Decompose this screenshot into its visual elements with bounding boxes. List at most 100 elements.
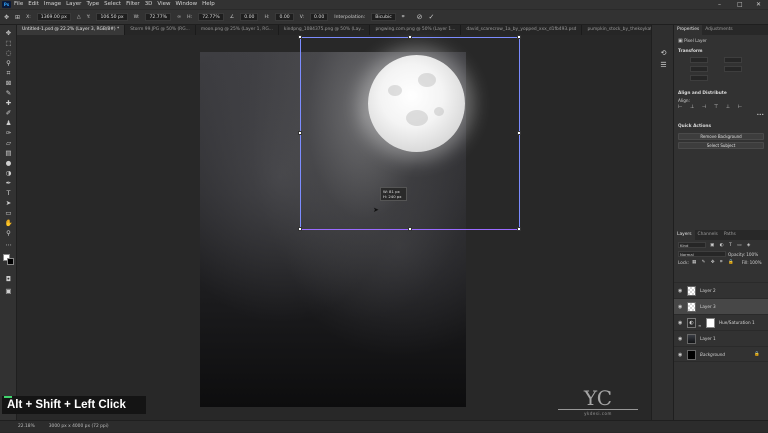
zoom-icon[interactable]: ⚲	[4, 229, 13, 237]
menu-view[interactable]: View	[157, 0, 170, 9]
y-input[interactable]: 106.50 px	[96, 13, 128, 21]
history-brush-icon[interactable]: ✑	[4, 129, 13, 137]
minimize-button[interactable]: –	[718, 0, 721, 9]
quick-mask-icon[interactable]: ◘	[4, 275, 13, 283]
tab-paths[interactable]: Paths	[721, 230, 739, 240]
layer-name[interactable]: Layer 3	[700, 299, 716, 315]
doc-tab[interactable]: pumpkin_stock_by_thekoykat_s...	[582, 25, 651, 35]
layer-row[interactable]: ◉ Layer 3	[674, 298, 768, 314]
layer-name[interactable]: Background	[700, 347, 725, 363]
warp-icon[interactable]: ⌗	[402, 14, 405, 20]
maximize-button[interactable]: □	[737, 0, 743, 9]
layer-row[interactable]: ◉ Background 🔒	[674, 346, 768, 362]
kind-filter[interactable]: Kind	[678, 242, 706, 248]
zoom-level[interactable]: 22.18%	[18, 421, 35, 432]
visibility-eye-icon[interactable]: ◉	[678, 299, 682, 315]
hskew-input[interactable]: 0.00	[275, 13, 294, 21]
delta-icon[interactable]: △	[77, 14, 81, 20]
menu-filter[interactable]: Filter	[126, 0, 140, 9]
transform-handle-top-right[interactable]	[517, 35, 521, 39]
lasso-icon[interactable]: ◌	[4, 49, 13, 57]
doc-tab[interactable]: Untitled-1.psd @ 22.2% (Layer 3, RGB/8#)…	[17, 25, 126, 35]
height-input[interactable]: 72.77%	[198, 13, 224, 21]
quick-actions-title[interactable]: Quick Actions	[674, 122, 768, 131]
filter-icons[interactable]: ▣ ◐ T ▭ ◈	[710, 243, 752, 248]
brush-icon[interactable]: ✐	[4, 109, 13, 117]
history-icon[interactable]: ⟲	[659, 49, 668, 57]
stamp-icon[interactable]: ♟	[4, 119, 13, 127]
commit-transform-icon[interactable]: ✓	[429, 13, 435, 21]
eyedropper-icon[interactable]: ✎	[4, 89, 13, 97]
visibility-eye-icon[interactable]: ◉	[678, 283, 682, 299]
angle-input[interactable]: 0.00	[240, 13, 259, 21]
menu-edit[interactable]: Edit	[28, 0, 39, 9]
eraser-icon[interactable]: ▱	[4, 139, 13, 147]
opacity-value[interactable]: 100%	[746, 252, 758, 257]
quick-select-icon[interactable]: ⚲	[4, 59, 13, 67]
transform-bounding-box[interactable]	[298, 35, 521, 231]
move-icon[interactable]: ✥	[4, 29, 13, 37]
transform-handle-top-left[interactable]	[298, 35, 302, 39]
transform-handle-left[interactable]	[298, 131, 302, 135]
tab-layers[interactable]: Layers	[674, 230, 695, 240]
link-icon[interactable]: ∞	[177, 14, 181, 20]
screen-mode-icon[interactable]: ▣	[4, 287, 13, 295]
align-buttons[interactable]: ⊢ ⊥ ⊣ ⊤ ⊥ ⊢	[674, 103, 768, 111]
dodge-icon[interactable]: ◑	[4, 169, 13, 177]
healing-icon[interactable]: ✚	[4, 99, 13, 107]
transform-section-title[interactable]: Transform	[674, 47, 768, 56]
menu-help[interactable]: Help	[202, 0, 215, 9]
background-color-swatch[interactable]	[7, 258, 14, 265]
transform-x-field[interactable]	[690, 66, 708, 72]
marquee-icon[interactable]: ⬚	[4, 39, 13, 47]
crop-icon[interactable]: ⌗	[4, 69, 13, 77]
transform-w-field[interactable]	[690, 57, 708, 63]
transform-h-field[interactable]	[724, 57, 742, 63]
lock-icons[interactable]: ▦ ✎ ✥ ⌗ 🔒	[692, 259, 736, 265]
layer-mask-thumbnail[interactable]	[706, 318, 715, 328]
menu-image[interactable]: Image	[44, 0, 61, 9]
visibility-eye-icon[interactable]: ◉	[678, 347, 682, 363]
blend-mode-select[interactable]: Normal	[678, 251, 726, 257]
cancel-transform-icon[interactable]: ⊘	[417, 13, 423, 21]
hand-icon[interactable]: ✋	[4, 219, 13, 227]
transform-handle-bottom-right[interactable]	[517, 227, 521, 231]
menu-type[interactable]: Type	[86, 0, 99, 9]
doc-tab[interactable]: kindpng_1084375.png @ 50% (Lay...	[279, 25, 371, 35]
adjust-icon[interactable]: ☰	[659, 61, 668, 69]
align-section-title[interactable]: Align and Distribute	[674, 89, 768, 98]
frame-icon[interactable]: ⊠	[4, 79, 13, 87]
blur-icon[interactable]: ●	[4, 159, 13, 167]
doc-tab[interactable]: moon.png @ 25% (Layer 1, RG...	[196, 25, 279, 35]
fill-value[interactable]: 100%	[750, 260, 762, 265]
transform-handle-bottom-left[interactable]	[298, 227, 302, 231]
menu-window[interactable]: Window	[175, 0, 197, 9]
more-options-icon[interactable]: •••	[674, 111, 768, 118]
type-icon[interactable]: T	[4, 189, 13, 197]
visibility-eye-icon[interactable]: ◉	[678, 331, 682, 347]
transform-handle-right[interactable]	[517, 131, 521, 135]
menu-layer[interactable]: Layer	[66, 0, 81, 9]
transform-handle-top[interactable]	[408, 35, 412, 39]
layer-name[interactable]: Hue/Saturation 1	[719, 315, 755, 331]
layer-name[interactable]: Layer 2	[700, 283, 716, 299]
pen-icon[interactable]: ✒	[4, 179, 13, 187]
transform-handle-bottom[interactable]	[408, 227, 412, 231]
layer-name[interactable]: Layer 1	[700, 331, 716, 347]
tab-adjustments[interactable]: Adjustments	[702, 25, 736, 35]
move-tool-icon[interactable]: ✥	[4, 14, 9, 21]
tab-channels[interactable]: Channels	[695, 230, 721, 240]
path-select-icon[interactable]: ➤	[4, 199, 13, 207]
width-input[interactable]: 72.77%	[145, 13, 171, 21]
document-size[interactable]: 3000 px x 4000 px (72 ppi)	[49, 421, 109, 432]
more-tools-icon[interactable]: ⋯	[4, 241, 13, 249]
shape-icon[interactable]: ▭	[4, 209, 13, 217]
vskew-input[interactable]: 0.00	[310, 13, 329, 21]
layer-row[interactable]: ◉ Layer 1	[674, 330, 768, 346]
menu-3d[interactable]: 3D	[145, 0, 153, 9]
reference-point-icon[interactable]: ⊞	[15, 14, 20, 21]
remove-background-button[interactable]: Remove Background	[678, 133, 764, 140]
gradient-icon[interactable]: ▤	[4, 149, 13, 157]
menu-select[interactable]: Select	[104, 0, 121, 9]
menu-file[interactable]: File	[14, 0, 23, 9]
